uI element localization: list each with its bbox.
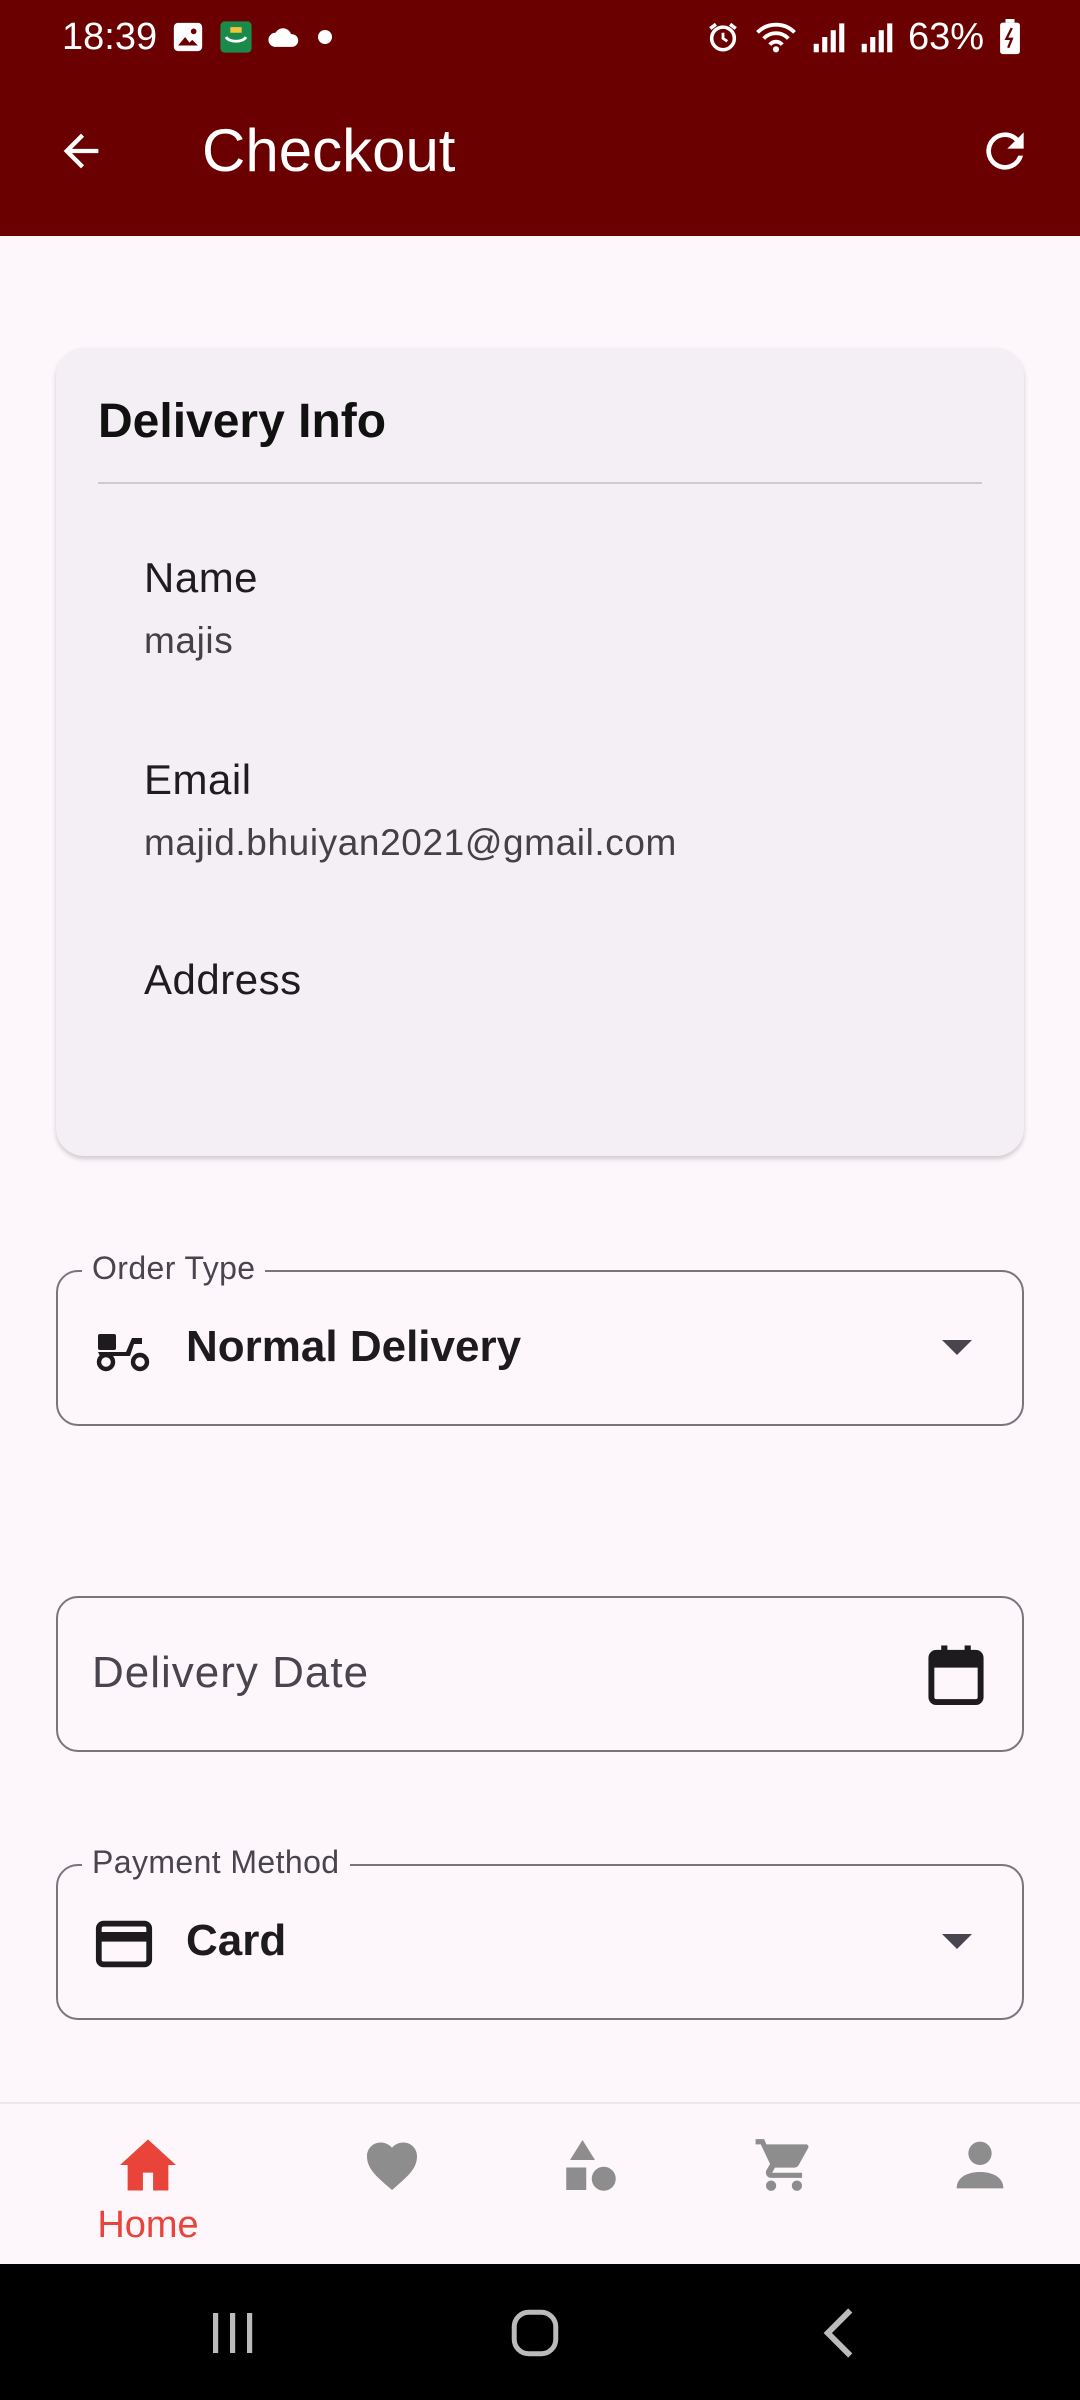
battery-icon: [998, 19, 1022, 55]
status-right: 63%: [706, 16, 1022, 59]
name-label: Name: [144, 554, 259, 601]
refresh-icon: [977, 123, 1033, 184]
page-title: Checkout: [202, 117, 456, 184]
delivery-date-field[interactable]: Delivery Date: [56, 1596, 1024, 1752]
signal-icon: [812, 20, 846, 54]
email-value: majid.bhuiyan2021@gmail.com: [144, 822, 677, 863]
nav-categories[interactable]: [540, 2104, 640, 2266]
back-button[interactable]: [46, 118, 116, 188]
home-circle-icon[interactable]: [500, 2298, 570, 2368]
bottom-navigation: Home: [0, 2102, 1080, 2264]
nav-favorites[interactable]: [342, 2104, 442, 2266]
battery-percent: 63%: [907, 15, 984, 58]
recent-apps-icon[interactable]: [198, 2298, 268, 2368]
status-time: 18:39: [62, 15, 158, 58]
payment-method-label: Payment Method: [82, 1844, 350, 1881]
delivery-date-placeholder: Delivery Date: [92, 1648, 370, 1697]
categories-icon: [555, 2130, 625, 2200]
chevron-down-icon: [942, 1340, 972, 1355]
order-type-label: Order Type: [82, 1250, 266, 1287]
chevron-down-icon: [942, 1934, 972, 1949]
order-type-dropdown[interactable]: Order Type Normal Delivery: [56, 1250, 1024, 1426]
status-left: 18:39: [62, 16, 335, 59]
credit-card-icon: [94, 1914, 154, 1974]
app-bar: Checkout: [0, 74, 1080, 236]
cloud-icon: [267, 24, 301, 50]
address-label: Address: [144, 956, 302, 1003]
divider: [98, 482, 982, 484]
dot-icon: [315, 27, 335, 47]
cart-icon: [749, 2130, 819, 2200]
wifi-icon: [754, 20, 798, 54]
delivery-scooter-icon: [94, 1320, 154, 1380]
delivery-info-title: Delivery Info: [98, 395, 387, 448]
gallery-icon: [171, 20, 205, 54]
nav-cart[interactable]: [734, 2104, 834, 2266]
heart-icon: [357, 2130, 427, 2200]
payment-method-dropdown[interactable]: Payment Method Card: [56, 1844, 1024, 2020]
profile-icon: [945, 2130, 1015, 2200]
status-bar: 18:39 63%: [0, 0, 1080, 74]
alarm-icon: [706, 20, 740, 54]
calendar-icon[interactable]: [924, 1640, 988, 1710]
back-chevron-icon[interactable]: [804, 2298, 874, 2368]
system-navigation-bar: [0, 2264, 1080, 2400]
name-value: majis: [144, 620, 234, 661]
order-type-value: Normal Delivery: [186, 1322, 522, 1371]
nav-home-label: Home: [97, 2204, 199, 2246]
email-label: Email: [144, 756, 252, 803]
signal-icon: [860, 20, 894, 54]
refresh-button[interactable]: [970, 118, 1040, 188]
payment-method-value: Card: [186, 1916, 287, 1965]
delivery-info-card: Delivery Info Name majis Email majid.bhu…: [56, 348, 1024, 1156]
nav-profile[interactable]: [930, 2104, 1030, 2266]
home-icon: [113, 2130, 183, 2200]
nav-home[interactable]: Home: [76, 2104, 220, 2266]
arrow-left-icon: [55, 125, 107, 182]
app-notification-icon: [219, 20, 253, 54]
